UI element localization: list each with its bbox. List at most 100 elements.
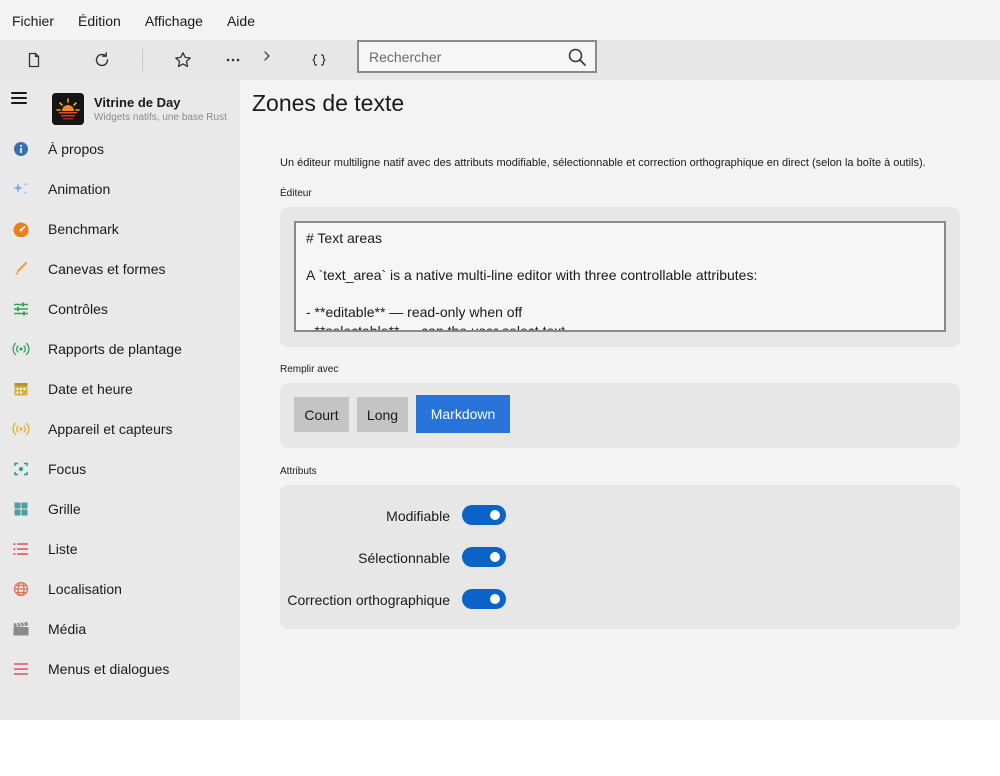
editable-label: Modifiable	[386, 508, 450, 524]
toolbar-separator	[142, 49, 143, 71]
chevron-right-icon	[264, 51, 270, 61]
sidebar-item-label: Canevas et formes	[48, 261, 166, 277]
sidebar-item-label: Liste	[48, 541, 78, 557]
sidebar: Vitrine de Day Widgets natifs, une base …	[0, 80, 240, 720]
app-title: Vitrine de Day	[94, 95, 181, 110]
sidebar-item-focus[interactable]: Focus	[0, 449, 240, 489]
favorite-button[interactable]	[167, 44, 199, 76]
star-icon	[175, 52, 191, 68]
info-icon	[12, 141, 30, 157]
sidebar-item-label: Localisation	[48, 581, 122, 597]
page-description: Un éditeur multiligne natif avec des att…	[280, 157, 926, 169]
menu-fichier[interactable]: Fichier	[0, 0, 66, 40]
attributes-card: Modifiable Sélectionnable Correction ort…	[280, 485, 960, 629]
more-button[interactable]	[217, 44, 249, 76]
text-area-editor[interactable]: # Text areas A `text_area` is a native m…	[294, 221, 946, 332]
page-title: Zones de texte	[252, 90, 405, 116]
menu-aide[interactable]: Aide	[215, 0, 267, 40]
sidebar-item-appareil[interactable]: Appareil et capteurs	[0, 409, 240, 449]
sidebar-item-media[interactable]: Média	[0, 609, 240, 649]
sidebar-item-label: Média	[48, 621, 87, 637]
fill-short-button[interactable]: Court	[294, 397, 349, 432]
sidebar-item-liste[interactable]: Liste	[0, 529, 240, 569]
brush-icon	[12, 261, 30, 277]
spellcheck-label: Correction orthographique	[287, 592, 450, 608]
sidebar-item-label: Focus	[48, 461, 87, 477]
sidebar-item-label: Animation	[48, 181, 111, 197]
selectable-label: Sélectionnable	[358, 550, 450, 566]
broadcast-icon	[12, 341, 30, 357]
sidebar-item-controles[interactable]: Contrôles	[0, 289, 240, 329]
sidebar-item-menus[interactable]: Menus et dialogues	[0, 649, 240, 689]
sidebar-item-label: Menus et dialogues	[48, 661, 170, 677]
editor-line: - **selectable** — can the user select t…	[306, 322, 566, 332]
editable-toggle[interactable]	[462, 505, 506, 525]
sidebar-item-label: Contrôles	[48, 301, 108, 317]
hamburger-menu-icon[interactable]	[11, 92, 27, 106]
fill-markdown-button[interactable]: Markdown	[416, 395, 510, 433]
selectable-toggle[interactable]	[462, 547, 506, 567]
sidebar-item-localisation[interactable]: Localisation	[0, 569, 240, 609]
attribute-row-editable: Modifiable	[280, 505, 520, 527]
sliders-icon	[12, 301, 30, 317]
sidebar-item-grille[interactable]: Grille	[0, 489, 240, 529]
sidebar-item-benchmark[interactable]: Benchmark	[0, 209, 240, 249]
menu-edition[interactable]: Édition	[66, 0, 133, 40]
toggle-knob	[490, 552, 500, 562]
fill-section-label: Remplir avec	[280, 364, 339, 375]
fill-card: Court Long Markdown	[280, 383, 960, 448]
toolbar	[0, 40, 1000, 80]
editor-card: # Text areas A `text_area` is a native m…	[280, 207, 960, 347]
refresh-button[interactable]	[86, 44, 118, 76]
app-logo	[52, 93, 84, 125]
new-document-button[interactable]	[18, 44, 50, 76]
focus-icon	[12, 461, 30, 477]
expand-button[interactable]	[251, 40, 283, 72]
menu-affichage[interactable]: Affichage	[133, 0, 215, 40]
fill-long-button[interactable]: Long	[357, 397, 408, 432]
attribute-row-spellcheck: Correction orthographique	[280, 589, 520, 611]
sidebar-item-label: Rapports de plantage	[48, 341, 182, 357]
refresh-icon	[95, 52, 109, 67]
sidebar-item-label: Grille	[48, 501, 81, 517]
code-button[interactable]	[303, 44, 335, 76]
app-window: Fichier Édition Affichage Aide Recherche…	[0, 0, 1000, 720]
speedometer-icon	[12, 221, 30, 237]
main-content: Zones de texte Un éditeur multiligne nat…	[240, 80, 1000, 720]
clapper-icon	[12, 621, 30, 637]
menu-bar: Fichier Édition Affichage Aide	[0, 0, 1000, 40]
search-icon[interactable]	[567, 47, 587, 67]
toggle-knob	[490, 594, 500, 604]
attribute-row-selectable: Sélectionnable	[280, 547, 520, 569]
calendar-icon	[12, 381, 30, 397]
sparkle-icon	[12, 181, 30, 197]
app-subtitle: Widgets natifs, une base Rust	[94, 112, 227, 123]
new-document-icon	[28, 52, 40, 68]
search-box[interactable]	[357, 40, 597, 73]
sidebar-item-label: Benchmark	[48, 221, 119, 237]
braces-icon	[312, 54, 326, 66]
list-icon	[12, 541, 30, 557]
grid-icon	[12, 501, 30, 517]
editor-line: A `text_area` is a native multi-line edi…	[306, 267, 758, 283]
globe-icon	[12, 581, 30, 597]
search-input[interactable]	[359, 42, 559, 71]
toggle-knob	[490, 510, 500, 520]
sidebar-item-date-heure[interactable]: Date et heure	[0, 369, 240, 409]
menu-icon	[12, 661, 30, 677]
sidebar-item-canevas[interactable]: Canevas et formes	[0, 249, 240, 289]
sidebar-item-animation[interactable]: Animation	[0, 169, 240, 209]
spellcheck-toggle[interactable]	[462, 589, 506, 609]
sidebar-item-label: À propos	[48, 141, 105, 157]
nav-list: À propos Animation Benchmark Canevas et …	[0, 129, 240, 689]
sidebar-item-rapports[interactable]: Rapports de plantage	[0, 329, 240, 369]
editor-line: - **editable** — read-only when off	[306, 304, 523, 320]
more-icon	[226, 58, 240, 62]
sensor-icon	[12, 421, 30, 437]
sidebar-item-a-propos[interactable]: À propos	[0, 129, 240, 169]
sidebar-item-label: Appareil et capteurs	[48, 421, 173, 437]
editor-line: # Text areas	[306, 230, 383, 246]
editor-section-label: Éditeur	[280, 188, 312, 199]
